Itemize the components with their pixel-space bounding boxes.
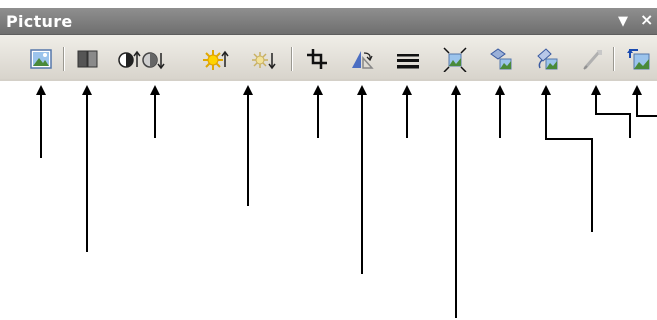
arrow-format-picture	[541, 85, 593, 232]
arrow-reset-picture	[632, 85, 657, 117]
arrow-transparent-color	[591, 85, 631, 138]
annotation-arrows	[36, 85, 657, 318]
